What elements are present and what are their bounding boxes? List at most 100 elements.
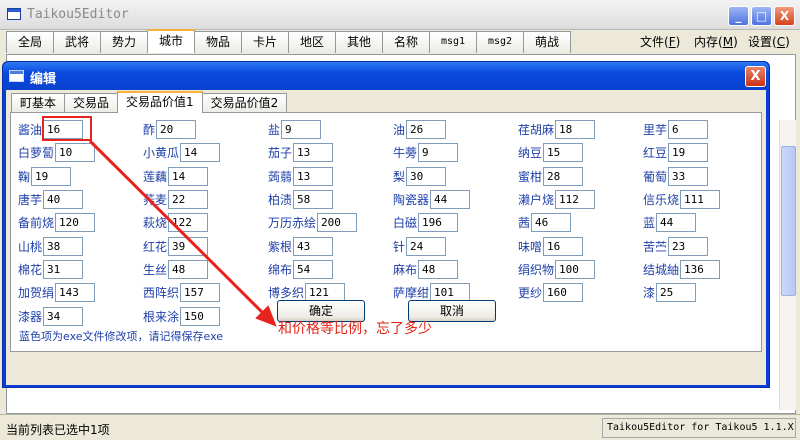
trade-value-field[interactable]: 23 (668, 236, 709, 256)
trade-value-field[interactable]: 31 (43, 259, 84, 279)
menu-file-label: 文件 (640, 35, 665, 49)
dialog-tab-bar: 町基本 交易品 交易品价值1 交易品价值2 (11, 91, 288, 113)
trade-value-field[interactable]: 9 (281, 120, 322, 140)
trade-value-field[interactable]: 58 (293, 190, 334, 210)
trade-value-label: 里芋 (643, 123, 668, 138)
trade-value-field[interactable]: 18 (555, 120, 596, 140)
trade-value-field[interactable]: 34 (43, 306, 84, 326)
dialog-title: 编辑 (30, 72, 57, 87)
trade-value-label: 梨 (393, 169, 406, 184)
trade-value-field[interactable]: 13 (293, 143, 334, 163)
trade-value-item: 茜 46 (518, 211, 643, 234)
scrollbar-thumb[interactable] (781, 146, 796, 296)
trade-value-item: 结城紬 136 (643, 258, 768, 281)
trade-value-field[interactable]: 44 (430, 190, 471, 210)
trade-value-item: 萩烧 122 (143, 211, 268, 234)
trade-value-field[interactable]: 28 (543, 166, 584, 186)
trade-value-field[interactable]: 22 (168, 190, 209, 210)
trade-value-field[interactable]: 48 (168, 259, 209, 279)
trade-value-field[interactable]: 15 (543, 143, 584, 163)
trade-value-field[interactable]: 150 (180, 306, 221, 326)
maximize-button[interactable]: □ (751, 6, 772, 26)
main-tab[interactable]: 卡片 (241, 31, 289, 53)
trade-value-item: 纳豆 15 (518, 141, 643, 164)
menu-settings-key: C (776, 35, 786, 49)
trade-value-field[interactable]: 24 (406, 236, 447, 256)
trade-value-field[interactable]: 16 (543, 236, 584, 256)
trade-value-field[interactable]: 112 (555, 190, 596, 210)
trade-value-field[interactable]: 136 (680, 259, 721, 279)
trade-value-field[interactable]: 10 (55, 143, 96, 163)
list-vertical-scrollbar[interactable] (779, 120, 796, 410)
trade-value-label: 唐芋 (18, 193, 43, 208)
trade-value-item: 荞麦 22 (143, 188, 268, 211)
trade-value-field[interactable]: 143 (55, 283, 96, 303)
trade-value-field[interactable]: 122 (168, 213, 209, 233)
trade-value-field[interactable]: 26 (406, 120, 447, 140)
main-tab[interactable]: 名称 (382, 31, 430, 53)
trade-value-field[interactable]: 19 (31, 166, 72, 186)
dialog-tab[interactable]: 町基本 (11, 93, 66, 113)
trade-value-field[interactable]: 30 (406, 166, 447, 186)
trade-value-label: 酢 (143, 123, 156, 138)
close-button[interactable]: X (774, 6, 795, 26)
main-tab[interactable]: msg1 (429, 31, 477, 53)
dialog-titlebar[interactable]: 编辑 X (3, 62, 769, 90)
dialog-tab[interactable]: 交易品价值1 (117, 91, 203, 113)
main-tab[interactable]: 势力 (100, 31, 148, 53)
main-tab[interactable]: 萌战 (523, 31, 571, 53)
trade-value-label: 萩烧 (143, 216, 168, 231)
main-tab[interactable]: 物品 (194, 31, 242, 53)
menu-memory[interactable]: 内存(M) (694, 33, 738, 50)
trade-value-field[interactable]: 157 (180, 283, 221, 303)
trade-value-field[interactable]: 40 (43, 190, 84, 210)
trade-value-field[interactable]: 33 (668, 166, 709, 186)
trade-value-item: 绢织物 100 (518, 258, 643, 281)
trade-value-field[interactable]: 100 (555, 259, 596, 279)
trade-value-item: 葡萄 33 (643, 165, 768, 188)
main-tab[interactable]: 全局 (6, 31, 54, 53)
main-tab[interactable]: 其他 (335, 31, 383, 53)
trade-value-label: 生丝 (143, 262, 168, 277)
minimize-button[interactable]: _ (728, 6, 749, 26)
trade-value-field[interactable]: 48 (418, 259, 459, 279)
main-tab[interactable]: 城市 (147, 29, 195, 53)
trade-value-label: 博多织 (268, 286, 305, 301)
dialog-tab[interactable]: 交易品价值2 (201, 93, 288, 113)
trade-value-field[interactable]: 38 (43, 236, 84, 256)
trade-value-field[interactable]: 39 (168, 236, 209, 256)
trade-value-item: 鞠 19 (18, 165, 143, 188)
trade-value-field[interactable]: 14 (168, 166, 209, 186)
trade-value-field[interactable]: 9 (418, 143, 459, 163)
trade-value-field[interactable]: 200 (317, 213, 358, 233)
trade-value-field[interactable]: 46 (531, 213, 572, 233)
dialog-tab[interactable]: 交易品 (64, 93, 119, 113)
trade-value-field[interactable]: 54 (293, 259, 334, 279)
app-window-icon (7, 8, 21, 20)
menu-settings[interactable]: 设置(C) (748, 33, 790, 50)
trade-value-label: 蒟蒻 (268, 169, 293, 184)
trade-value-field[interactable]: 25 (656, 283, 697, 303)
dialog-close-button[interactable]: X (745, 66, 766, 87)
trade-value-field[interactable]: 19 (668, 143, 709, 163)
trade-value-label: 红豆 (643, 146, 668, 161)
main-tab[interactable]: 武将 (53, 31, 101, 53)
dialog-body: 町基本 交易品 交易品价值1 交易品价值2 酱油 16 酢 20 盐 9 油 26 荏胡麻 18 里芋 6 白… (6, 90, 766, 385)
trade-value-field[interactable]: 111 (680, 190, 721, 210)
main-tab[interactable]: msg2 (476, 31, 524, 53)
trade-value-field[interactable]: 6 (668, 120, 709, 140)
main-tab[interactable]: 地区 (288, 31, 336, 53)
trade-value-field[interactable]: 196 (418, 213, 459, 233)
trade-value-item: 山桃 38 (18, 234, 143, 257)
trade-value-field[interactable]: 13 (293, 166, 334, 186)
trade-value-label: 茜 (518, 216, 531, 231)
trade-value-field[interactable]: 160 (543, 283, 584, 303)
trade-value-field[interactable]: 43 (293, 236, 334, 256)
trade-value-label: 山桃 (18, 239, 43, 254)
trade-value-field[interactable]: 14 (180, 143, 221, 163)
trade-value-label: 加贺绢 (18, 286, 55, 301)
trade-value-field[interactable]: 20 (156, 120, 197, 140)
trade-value-field[interactable]: 120 (55, 213, 96, 233)
menu-file[interactable]: 文件(F) (640, 33, 680, 50)
trade-value-field[interactable]: 44 (656, 213, 697, 233)
